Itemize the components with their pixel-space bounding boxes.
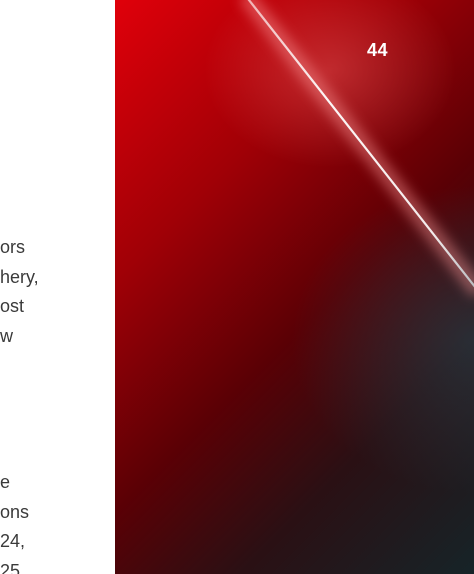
light-streak xyxy=(238,0,474,297)
paragraph-fragment: ors hery, ost w xyxy=(0,233,39,351)
text-line: ons xyxy=(0,501,30,522)
text-line: w xyxy=(0,325,13,346)
text-line: ors xyxy=(0,237,26,257)
paragraph-fragment: e ons 24, 25 xyxy=(0,468,29,574)
text-line: hery, xyxy=(0,266,39,287)
text-line: 25 xyxy=(0,560,21,574)
article-text-column: ors hery, ost w e ons 24, 25 xyxy=(0,0,115,574)
text-line: e xyxy=(0,472,11,492)
page-number: 44 xyxy=(367,40,389,60)
hero-image: 44 xyxy=(115,0,474,574)
text-line: 24, xyxy=(0,531,26,551)
page: ors hery, ost w e ons 24, 25 44 xyxy=(0,0,474,574)
text-line: ost xyxy=(0,296,25,316)
